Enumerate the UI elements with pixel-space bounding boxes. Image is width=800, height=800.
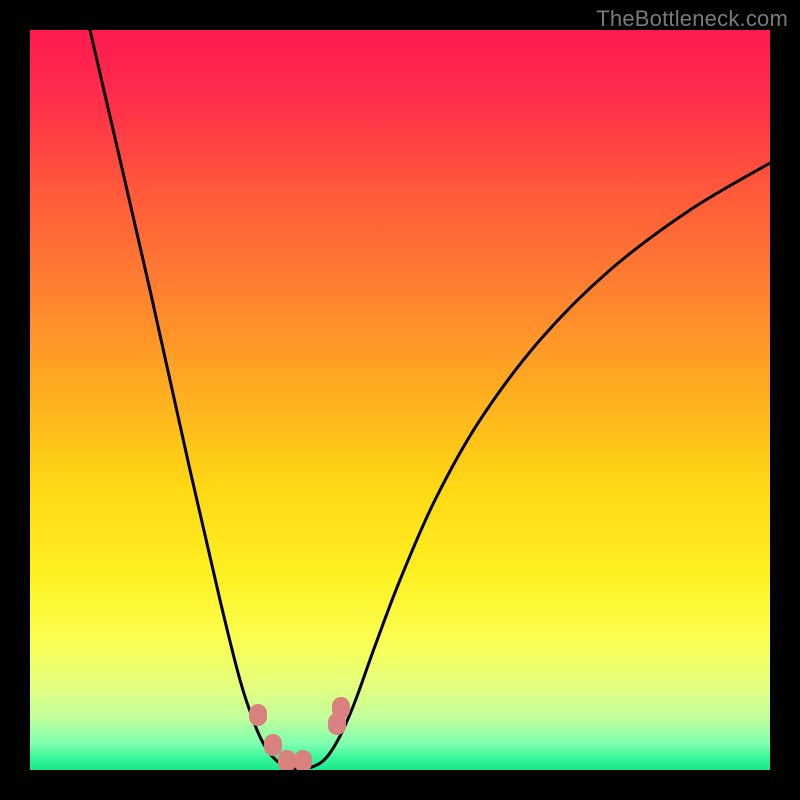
curve-marker — [249, 704, 267, 726]
curve-marker — [332, 697, 350, 719]
plot-area — [30, 30, 770, 770]
watermark-text: TheBottleneck.com — [596, 6, 788, 32]
curve-layer — [30, 30, 770, 770]
curve-markers — [249, 697, 350, 770]
curve-marker — [264, 734, 282, 756]
curve-marker — [278, 750, 296, 770]
curve-marker — [294, 750, 312, 770]
outer-frame: TheBottleneck.com — [0, 0, 800, 800]
bottleneck-curve — [90, 30, 770, 769]
